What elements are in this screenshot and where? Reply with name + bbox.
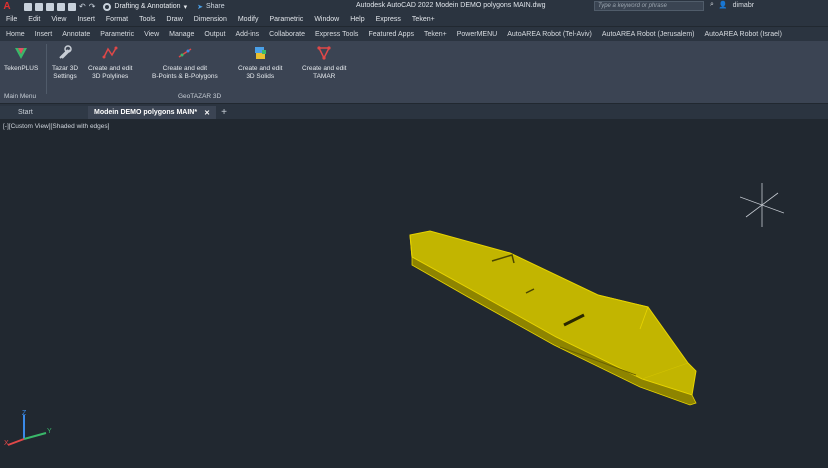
- tab-collaborate[interactable]: Collaborate: [269, 31, 305, 38]
- workspace-label: Drafting & Annotation: [114, 3, 181, 10]
- tab-autoarea-robot-israel[interactable]: AutoAREA Robot (Israel): [705, 31, 782, 38]
- menu-item-teken-[interactable]: Teken+: [412, 16, 435, 23]
- polyline-icon: [102, 46, 118, 59]
- geotazar-panel-label: GeoTAZAR 3D: [178, 93, 222, 100]
- solids-icon: [255, 47, 267, 59]
- tamar-icon: [317, 46, 331, 60]
- ucs-y-label: Y: [47, 428, 52, 435]
- tab-express-tools[interactable]: Express Tools: [315, 31, 358, 38]
- user-name[interactable]: dimabr: [733, 2, 754, 9]
- points-icon: [178, 48, 192, 58]
- chevron-down-icon: ▾: [183, 3, 188, 11]
- open-icon[interactable]: [35, 2, 43, 11]
- menu-item-dimension[interactable]: Dimension: [194, 16, 227, 23]
- menu-item-view[interactable]: View: [51, 16, 66, 23]
- menu-item-format[interactable]: Format: [106, 16, 128, 23]
- tamar-line2: TAMAR: [313, 73, 336, 80]
- separator: [46, 44, 47, 94]
- search-placeholder: Type a keyword or phrase: [598, 3, 667, 9]
- close-icon[interactable]: ✕: [204, 109, 210, 117]
- app-title: Autodesk AutoCAD 2022 Modein DEMO polygo…: [356, 2, 546, 9]
- tab-autoarea-robot-tel-aviv[interactable]: AutoAREA Robot (Tel-Aviv): [507, 31, 592, 38]
- drawing-viewport[interactable]: [-][Custom View][Shaded with edges] Z Y …: [0, 119, 828, 468]
- undo-icon[interactable]: ↶: [79, 2, 86, 11]
- gear-icon: [103, 2, 112, 11]
- share-icon: ➤: [197, 3, 203, 11]
- menu-item-parametric[interactable]: Parametric: [269, 16, 303, 23]
- tab-parametric[interactable]: Parametric: [100, 31, 134, 38]
- tab-output[interactable]: Output: [204, 31, 225, 38]
- tazar-settings-icon: [59, 45, 72, 59]
- tekenplus-button[interactable]: TekenPLUS: [4, 45, 38, 73]
- tekenplus-icon: [15, 48, 28, 59]
- share-button[interactable]: ➤ Share: [197, 3, 225, 11]
- new-tab-button[interactable]: +: [216, 106, 232, 119]
- create-3d-polylines-button[interactable]: Create and edit 3D Polylines: [88, 45, 132, 81]
- saveas-icon[interactable]: [57, 2, 65, 11]
- print-icon[interactable]: [68, 2, 76, 11]
- user-area: ⌕ 👤 dimabr: [710, 1, 754, 9]
- points-line2: B-Points & B-Polygons: [152, 73, 218, 80]
- user-icon[interactable]: 👤: [719, 1, 728, 9]
- share-label: Share: [205, 3, 225, 10]
- 3d-model[interactable]: [400, 219, 720, 419]
- menu-item-help[interactable]: Help: [350, 16, 364, 23]
- tazar-settings-button[interactable]: Tazar 3D Settings: [52, 45, 78, 81]
- ribbon-tabs: Home Insert Annotate Parametric View Manage Ou…: [0, 27, 828, 41]
- main-menu-label: Main Menu: [4, 93, 37, 100]
- ucs-z-label: Z: [22, 410, 27, 417]
- tab-active-label: Modein DEMO polygons MAIN*: [94, 109, 198, 116]
- tab-start[interactable]: Start: [0, 106, 88, 119]
- new-icon[interactable]: [24, 2, 32, 11]
- ribbon-panel: TekenPLUS Main Menu Tazar 3D Settings Cr…: [0, 41, 828, 103]
- tab-home[interactable]: Home: [6, 31, 25, 38]
- tab-manage[interactable]: Manage: [169, 31, 194, 38]
- create-tamar-button[interactable]: Create and edit TAMAR: [302, 45, 346, 81]
- menu-item-draw[interactable]: Draw: [166, 16, 182, 23]
- solids-line1: Create and edit: [238, 65, 283, 72]
- workspace-selector[interactable]: Drafting & Annotation ▾: [103, 2, 188, 11]
- tab-powermenu[interactable]: PowerMENU: [457, 31, 497, 38]
- tab-start-label: Start: [18, 109, 33, 116]
- create-b-points-button[interactable]: Create and edit B-Points & B-Polygons: [152, 45, 218, 81]
- tazar-settings-line1: Tazar 3D: [52, 65, 79, 72]
- menu-item-modify[interactable]: Modify: [238, 16, 259, 23]
- menu-item-express[interactable]: Express: [376, 16, 401, 23]
- tab-active-drawing[interactable]: Modein DEMO polygons MAIN* ✕: [88, 106, 216, 119]
- polylines-line2: 3D Polylines: [92, 73, 129, 80]
- search-input[interactable]: Type a keyword or phrase: [594, 1, 704, 11]
- tab-autoarea-robot-jerusalem[interactable]: AutoAREA Robot (Jerusalem): [602, 31, 695, 38]
- menu-item-tools[interactable]: Tools: [139, 16, 155, 23]
- tab-annotate[interactable]: Annotate: [62, 31, 90, 38]
- tab-teken[interactable]: Teken+: [424, 31, 447, 38]
- autocad-logo-icon[interactable]: A: [0, 0, 14, 13]
- points-line1: Create and edit: [162, 65, 208, 72]
- tab-insert[interactable]: Insert: [35, 31, 53, 38]
- ucs-icon: Z Y X: [4, 410, 52, 447]
- viewport-controls-label[interactable]: [-][Custom View][Shaded with edges]: [3, 123, 109, 130]
- menu-item-window[interactable]: Window: [314, 16, 339, 23]
- tab-view[interactable]: View: [144, 31, 159, 38]
- redo-icon[interactable]: ↷: [89, 2, 96, 11]
- ucs-x-label: X: [4, 440, 9, 447]
- menu-item-edit[interactable]: Edit: [28, 16, 40, 23]
- menu-item-insert[interactable]: Insert: [77, 16, 95, 23]
- tab-add-ins[interactable]: Add-ins: [235, 31, 259, 38]
- tekenplus-label: TekenPLUS: [4, 65, 39, 72]
- solids-line2: 3D Solids: [246, 73, 275, 80]
- menu-bar: File Edit View Insert Format Tools Draw Dimensi…: [0, 13, 828, 26]
- search-icon[interactable]: ⌕: [710, 1, 714, 9]
- file-tabs: Start Modein DEMO polygons MAIN* ✕ +: [0, 104, 828, 119]
- create-3d-solids-button[interactable]: Create and edit 3D Solids: [238, 45, 282, 81]
- menu-item-file[interactable]: File: [6, 16, 17, 23]
- tamar-line1: Create and edit: [302, 65, 347, 72]
- title-bar: A ↶ ↷ Drafting & Annotation ▾ ➤ Share Au…: [0, 0, 828, 13]
- tazar-settings-line2: Settings: [53, 73, 77, 80]
- polylines-line1: Create and edit: [88, 65, 133, 72]
- save-icon[interactable]: [46, 2, 54, 11]
- crosshair-icon: [740, 183, 784, 227]
- tab-featured-apps[interactable]: Featured Apps: [368, 31, 414, 38]
- quick-access-toolbar: ↶ ↷: [24, 2, 95, 11]
